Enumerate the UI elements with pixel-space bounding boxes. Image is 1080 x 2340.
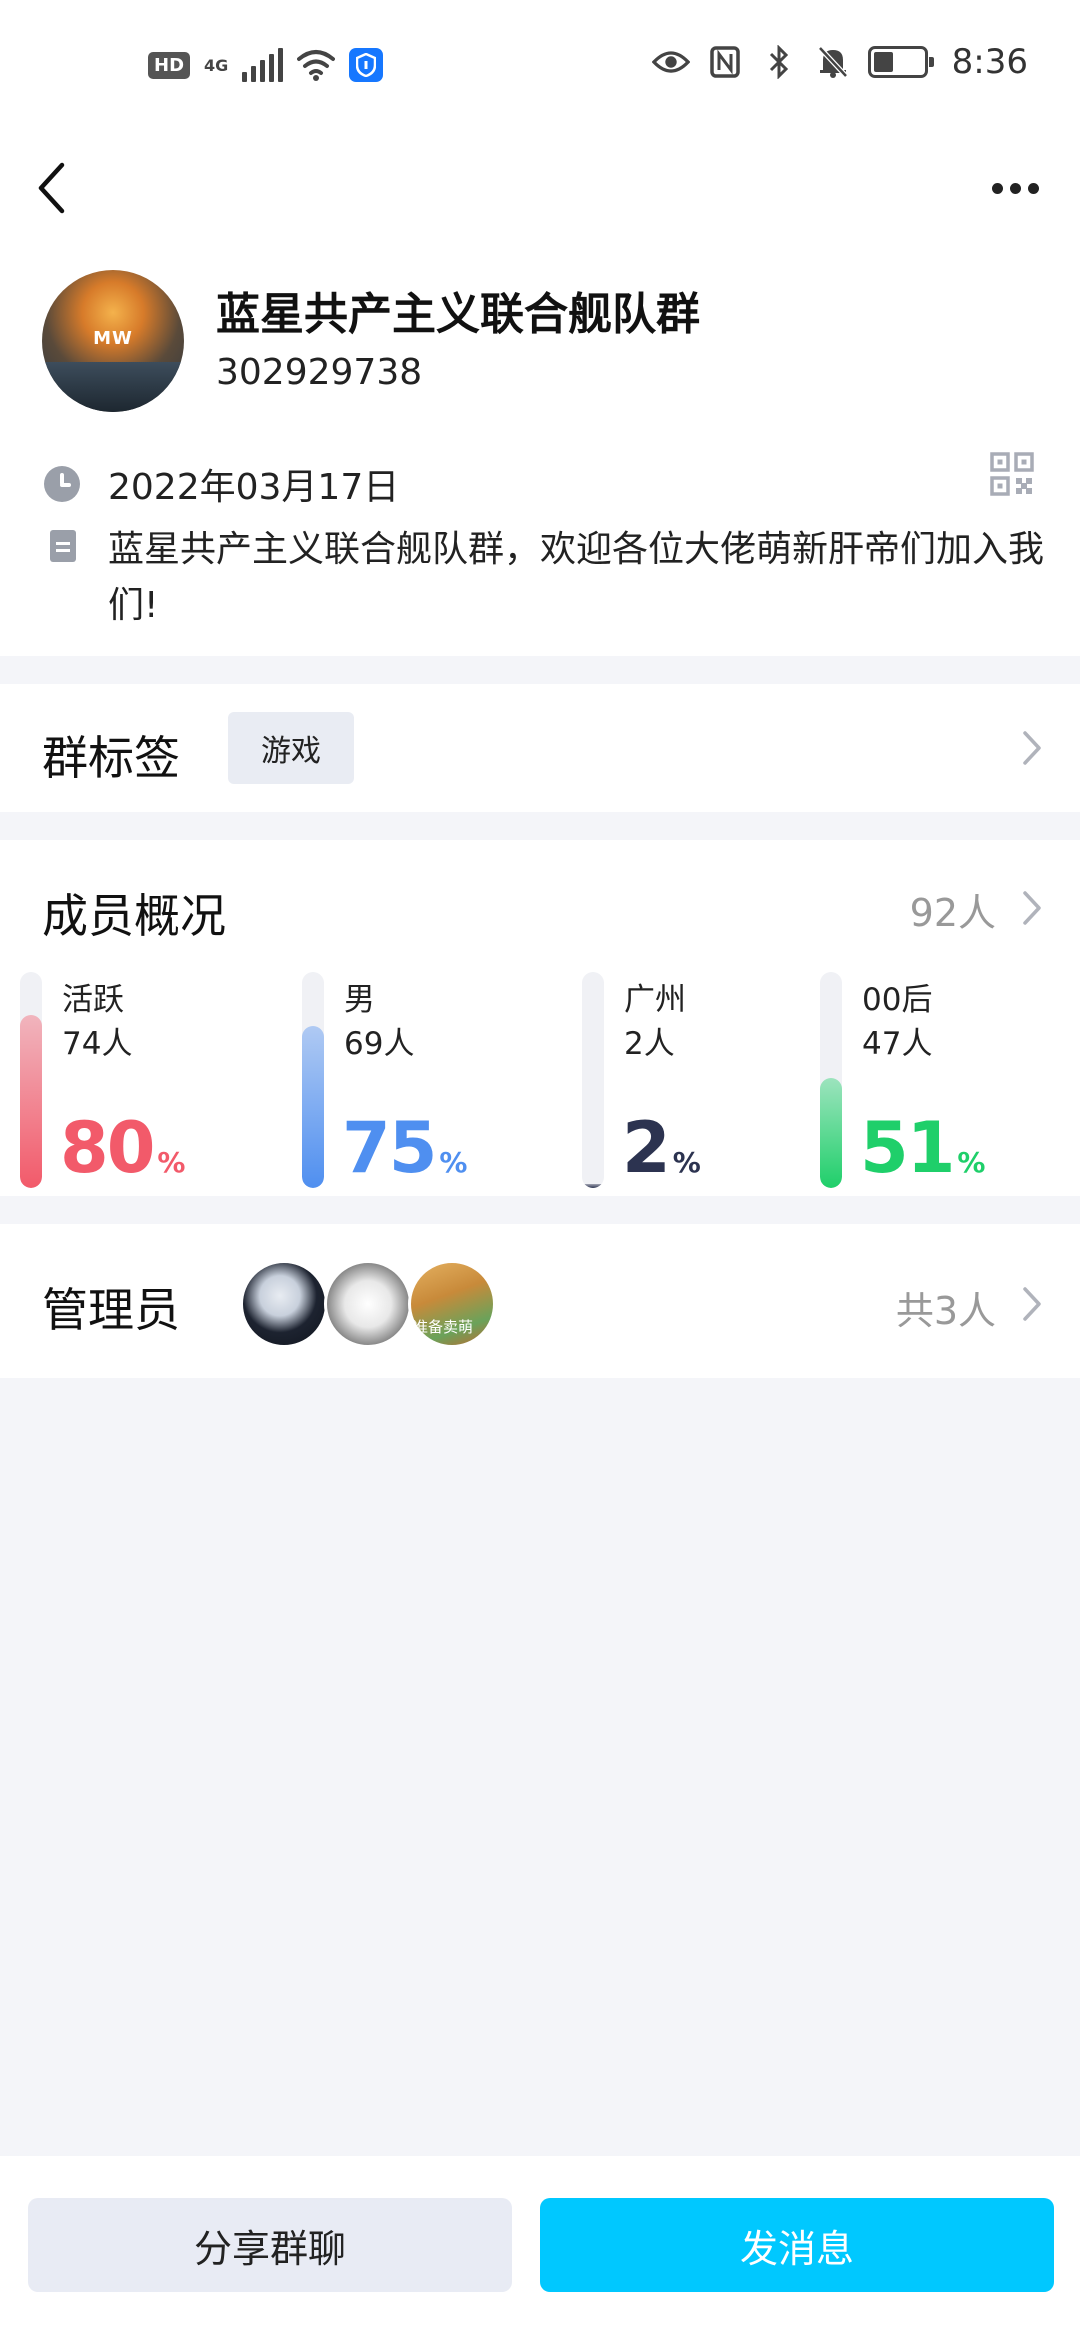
group-id: 302929738 [216,352,423,393]
stat-bar-fill [302,1026,324,1188]
battery-icon [867,46,934,78]
group-profile-page: HD 4G 8:36 MW 蓝星共产主义联合舰队群 302929738 2022… [0,0,1080,2340]
members-overview-section[interactable]: 成员概况 92人 活跃 74人 80% 男 69人 75% 广州 2人 2% 0… [0,840,1080,1196]
stat-bar-track [820,972,842,1188]
clock-time: 8:36 [951,42,1028,82]
group-name: 蓝星共产主义联合舰队群 [216,289,700,340]
group-description: 蓝星共产主义联合舰队群，欢迎各位大佬萌新肝帝们加入我们! [108,529,1045,626]
stat-count: 47人 [862,1026,933,1062]
stat-percent-value: 80 [60,1107,155,1189]
group-avatar[interactable]: MW [42,270,184,412]
stat-bar-fill [820,1078,842,1188]
stat-age: 00后 47人 51% [820,972,1080,1196]
stat-label: 男 [344,982,375,1018]
status-bar-right: 8:36 [651,42,1028,82]
stat-percent-sign: % [439,1146,468,1179]
status-bar: HD 4G 8:36 [0,0,1080,130]
stat-percent: 75% [342,1108,467,1203]
members-title: 成员概况 [42,889,226,943]
qr-code-icon[interactable] [990,452,1034,496]
created-date: 2022年03月17日 [108,467,400,508]
stat-percent-value: 51 [860,1107,955,1189]
description-row: 蓝星共产主义联合舰队群，欢迎各位大佬萌新肝帝们加入我们! [44,522,1044,634]
stat-bar-track [582,972,604,1188]
stat-percent: 80% [60,1108,185,1203]
admins-title: 管理员 [42,1283,180,1337]
admin-avatar[interactable]: 准备卖萌 [408,1260,496,1348]
hd-badge: HD [148,51,191,79]
share-group-button[interactable]: 分享群聊 [28,2198,512,2292]
stat-bar-track [20,972,42,1188]
more-dot-icon [1027,182,1039,194]
stat-percent-sign: % [157,1146,186,1179]
chevron-left-icon [38,162,65,214]
admins-count: 共3人 [895,1289,996,1333]
tag-chip[interactable]: 游戏 [228,712,354,784]
stat-percent-sign: % [672,1146,701,1179]
group-header: MW 蓝星共产主义联合舰队群 302929738 2022年03月17日 蓝星共… [0,130,1080,656]
stat-count: 74人 [62,1026,133,1062]
stat-bar-track [302,972,324,1188]
signal-icon [242,48,284,82]
members-total: 92人 [909,891,996,935]
chevron-right-icon [1023,731,1041,765]
clock-icon [44,466,80,502]
send-message-button[interactable]: 发消息 [540,2198,1054,2292]
stat-percent: 2% [622,1108,701,1203]
stat-region: 广州 2人 2% [582,972,842,1196]
bottom-action-bar: 分享群聊 发消息 [0,2156,1080,2340]
stat-male: 男 69人 75% [302,972,562,1196]
stat-label: 广州 [624,982,686,1018]
back-button[interactable] [36,148,86,228]
stat-label: 活跃 [62,982,124,1018]
stat-count: 69人 [344,1026,415,1062]
stat-percent-value: 2 [622,1107,671,1189]
admin-avatar[interactable] [324,1260,412,1348]
more-button[interactable] [980,158,1050,218]
stat-label: 00后 [862,982,933,1018]
stat-percent-value: 75 [342,1107,437,1189]
bluetooth-icon [760,43,798,81]
admin-avatar[interactable] [240,1260,328,1348]
stat-count: 2人 [624,1026,675,1062]
admins-section[interactable]: 管理员 准备卖萌 共3人 [0,1224,1080,1378]
more-dot-icon [991,182,1003,194]
chevron-right-icon [1023,891,1041,925]
security-shield-icon [349,48,384,82]
admin-avatar-list: 准备卖萌 [240,1260,496,1348]
admin-avatar-caption: 准备卖萌 [413,1318,474,1336]
tags-title: 群标签 [42,731,180,785]
created-date-row: 2022年03月17日 [44,458,399,510]
avatar-ships-image [42,362,184,412]
eye-icon [651,43,690,81]
chevron-right-icon [1023,1287,1041,1321]
stat-bar-fill [20,1015,42,1188]
network-type: 4G [204,55,229,75]
stat-percent-sign: % [957,1146,986,1179]
status-bar-left: HD 4G [148,46,384,84]
stat-percent: 51% [860,1108,985,1203]
avatar-logo: MW [93,328,133,349]
group-tags-section[interactable]: 群标签 游戏 [0,684,1080,812]
stat-bar-fill [582,1184,604,1188]
bell-muted-icon [814,43,852,81]
document-icon [50,530,76,562]
wifi-icon [297,46,336,84]
more-dot-icon [1009,182,1021,194]
nfc-icon [706,43,744,81]
stat-active: 活跃 74人 80% [20,972,280,1196]
